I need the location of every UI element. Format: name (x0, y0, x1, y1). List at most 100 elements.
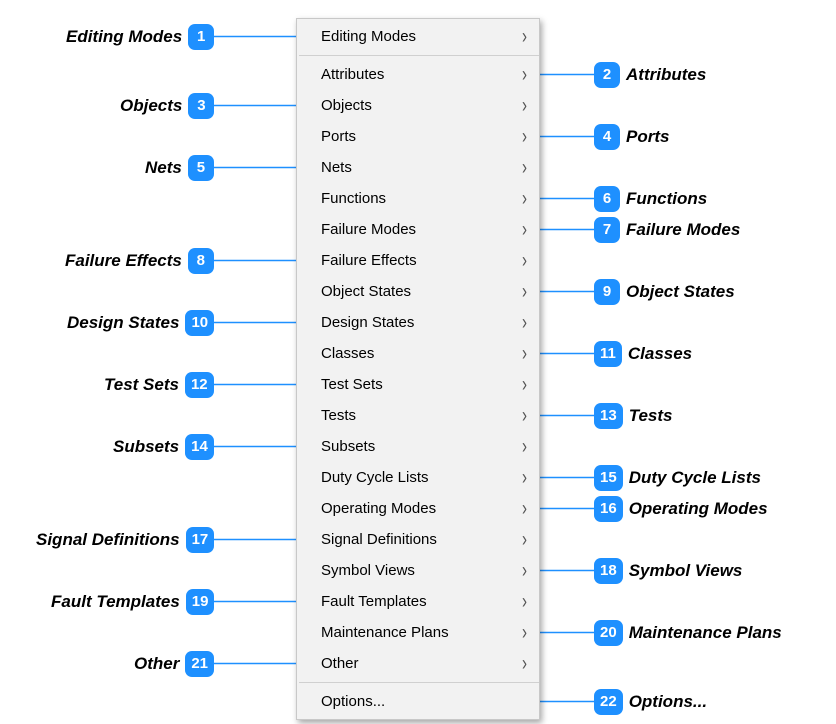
menu-item-signal-definitions[interactable]: Signal Definitions› (297, 524, 539, 555)
chevron-right-icon: › (522, 94, 527, 118)
callout-number: 21 (185, 651, 214, 677)
menu-item-failure-modes[interactable]: Failure Modes › (297, 214, 539, 245)
menu-item-duty-cycle-lists[interactable]: Duty Cycle Lists› (297, 462, 539, 493)
callout-number: 19 (186, 589, 215, 615)
menu-item-label: Editing Modes (321, 28, 416, 45)
menu-item-subsets[interactable]: Subsets› (297, 431, 539, 462)
menu-item-tests[interactable]: Tests › (297, 400, 539, 431)
callout-number: 12 (185, 372, 214, 398)
menu-separator (299, 55, 539, 56)
callout-label: Object States (626, 282, 735, 302)
chevron-right-icon: › (522, 63, 527, 87)
menu-item-label: Failure Effects (321, 252, 417, 269)
callout-label: Options... (629, 692, 707, 712)
callout-20: 20 Maintenance Plans (594, 620, 782, 646)
menu-item-nets[interactable]: Nets › (297, 152, 539, 183)
menu-item-label: Signal Definitions (321, 531, 437, 548)
callout-number: 3 (188, 93, 214, 119)
callout-17: 17Signal Definitions (36, 527, 214, 553)
chevron-right-icon: › (522, 218, 527, 242)
callout-7: 7 Failure Modes (594, 217, 740, 243)
menu-item-functions[interactable]: Functions› (297, 183, 539, 214)
chevron-right-icon: › (522, 187, 527, 211)
callout-number: 18 (594, 558, 623, 584)
callout-19: 19 Fault Templates (51, 589, 214, 615)
menu-item-label: Failure Modes (321, 221, 416, 238)
menu-item-ports[interactable]: Ports› (297, 121, 539, 152)
callout-label: Failure Modes (626, 220, 740, 240)
callout-label: Duty Cycle Lists (629, 468, 761, 488)
callout-label: Classes (628, 344, 692, 364)
callout-label: Fault Templates (51, 592, 180, 612)
callout-number: 14 (185, 434, 214, 460)
menu-item-object-states[interactable]: Object States › (297, 276, 539, 307)
chevron-right-icon: › (522, 311, 527, 335)
callout-6: 6Functions (594, 186, 707, 212)
menu-item-label: Attributes (321, 66, 384, 83)
callout-number: 17 (186, 527, 215, 553)
menu-item-editing-modes[interactable]: Editing Modes › (297, 21, 539, 52)
chevron-right-icon: › (522, 435, 527, 459)
callout-8: 8 Failure Effects (65, 248, 214, 274)
callout-label: Subsets (113, 437, 179, 457)
menu-item-options[interactable]: Options... (297, 686, 539, 717)
callout-label: Operating Modes (629, 499, 768, 519)
callout-label: Objects (120, 96, 182, 116)
callout-label: Design States (67, 313, 179, 333)
callout-number: 8 (188, 248, 214, 274)
menu-item-label: Options... (321, 693, 385, 710)
chevron-right-icon: › (522, 559, 527, 583)
menu-item-test-sets[interactable]: Test Sets› (297, 369, 539, 400)
menu-item-attributes[interactable]: Attributes › (297, 59, 539, 90)
menu-item-objects[interactable]: Objects› (297, 90, 539, 121)
menu-item-label: Test Sets (321, 376, 383, 393)
menu-item-maintenance-plans[interactable]: Maintenance Plans › (297, 617, 539, 648)
callout-label: Other (134, 654, 179, 674)
menu-item-operating-modes[interactable]: Operating Modes› (297, 493, 539, 524)
menu-item-label: Fault Templates (321, 593, 427, 610)
callout-label: Test Sets (104, 375, 179, 395)
callout-1: 1Editing Modes (66, 24, 214, 50)
callout-4: 4Ports (594, 124, 669, 150)
chevron-right-icon: › (522, 497, 527, 521)
callout-number: 15 (594, 465, 623, 491)
chevron-right-icon: › (522, 280, 527, 304)
menu-item-design-states[interactable]: Design States› (297, 307, 539, 338)
callout-21: 21 Other (134, 651, 214, 677)
callout-3: 3 Objects (120, 93, 214, 119)
menu-item-label: Maintenance Plans (321, 624, 449, 641)
callout-number: 7 (594, 217, 620, 243)
chevron-right-icon: › (522, 621, 527, 645)
callout-label: Attributes (626, 65, 706, 85)
menu-item-label: Nets (321, 159, 352, 176)
callout-18: 18 Symbol Views (594, 558, 742, 584)
menu-item-label: Object States (321, 283, 411, 300)
callout-number: 20 (594, 620, 623, 646)
chevron-right-icon: › (522, 25, 527, 49)
menu-item-fault-templates[interactable]: Fault Templates › (297, 586, 539, 617)
menu-item-other[interactable]: Other› (297, 648, 539, 679)
menu-item-failure-effects[interactable]: Failure Effects› (297, 245, 539, 276)
chevron-right-icon: › (522, 156, 527, 180)
callout-9: 9Object States (594, 279, 735, 305)
callout-number: 1 (188, 24, 214, 50)
callout-label: Ports (626, 127, 669, 147)
callout-10: 10Design States (67, 310, 214, 336)
callout-11: 11Classes (594, 341, 692, 367)
menu-item-symbol-views[interactable]: Symbol Views› (297, 555, 539, 586)
callout-2: 2Attributes (594, 62, 706, 88)
callout-label: Failure Effects (65, 251, 182, 271)
callout-number: 22 (594, 689, 623, 715)
chevron-right-icon: › (522, 590, 527, 614)
menu-item-label: Tests (321, 407, 356, 424)
chevron-right-icon: › (522, 342, 527, 366)
chevron-right-icon: › (522, 125, 527, 149)
callout-label: Maintenance Plans (629, 623, 782, 643)
callout-label: Tests (629, 406, 673, 426)
callout-number: 16 (594, 496, 623, 522)
menu-item-classes[interactable]: Classes› (297, 338, 539, 369)
chevron-right-icon: › (522, 404, 527, 428)
callout-number: 6 (594, 186, 620, 212)
menu-item-label: Duty Cycle Lists (321, 469, 429, 486)
callout-label: Symbol Views (629, 561, 743, 581)
